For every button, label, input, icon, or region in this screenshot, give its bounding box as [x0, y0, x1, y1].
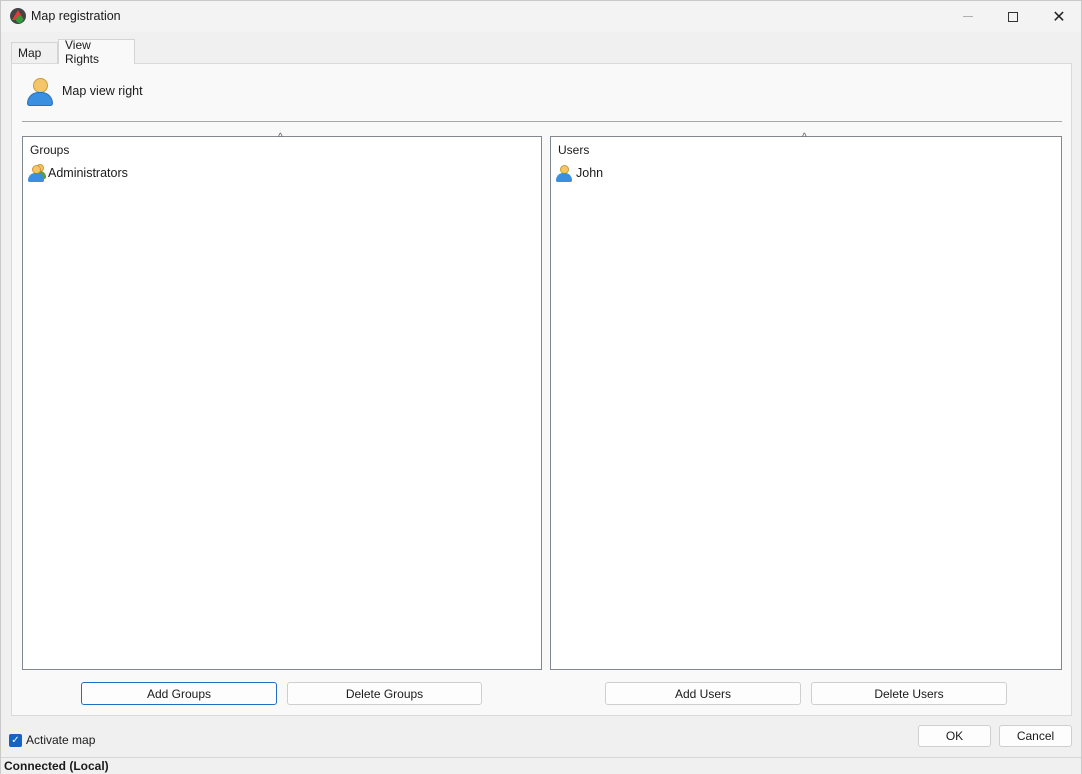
- add-users-button[interactable]: Add Users: [605, 682, 801, 705]
- maximize-icon: [1008, 11, 1018, 22]
- connection-status: Connected (Local): [4, 759, 109, 773]
- map-registration-window: Map registration ✕ Map View Rights Map v…: [0, 0, 1082, 774]
- list-item[interactable]: John: [555, 163, 603, 183]
- tab-map-label: Map: [18, 46, 42, 60]
- list-item-label: John: [576, 166, 604, 180]
- activate-map-checkbox[interactable]: ✓: [9, 733, 22, 747]
- close-button[interactable]: ✕: [1036, 1, 1082, 32]
- sort-ascending-icon: ^: [278, 132, 283, 143]
- activate-map-label: Activate map: [26, 733, 96, 747]
- list-item-label: Administrators: [48, 166, 128, 180]
- minimize-icon: [963, 16, 973, 17]
- groups-column-header-label: Groups: [30, 143, 70, 157]
- user-icon: [25, 77, 55, 107]
- maximize-button[interactable]: [990, 1, 1036, 32]
- section-title: Map view right: [62, 84, 143, 98]
- groups-column-header[interactable]: Groups ^: [23, 132, 541, 159]
- title-bar[interactable]: Map registration ✕: [1, 1, 1081, 32]
- minimize-button[interactable]: [945, 1, 991, 32]
- ok-button[interactable]: OK: [918, 725, 991, 747]
- status-bar: Connected (Local): [1, 757, 1081, 774]
- app-logo-icon: [10, 8, 26, 24]
- user-icon: [555, 164, 573, 182]
- window-title: Map registration: [31, 9, 121, 23]
- users-column-header[interactable]: Users ^: [551, 132, 1061, 159]
- tab-view-rights[interactable]: View Rights: [58, 38, 135, 66]
- sort-ascending-icon: ^: [802, 132, 807, 143]
- divider: [22, 121, 1062, 122]
- groups-list[interactable]: Groups ^ Administrators: [22, 132, 542, 670]
- delete-groups-button[interactable]: Delete Groups: [287, 682, 482, 705]
- users-list[interactable]: Users ^ John: [550, 132, 1062, 670]
- delete-users-button[interactable]: Delete Users: [811, 682, 1007, 705]
- tab-map[interactable]: Map: [11, 42, 58, 63]
- close-icon: ✕: [1052, 8, 1066, 26]
- users-column-header-label: Users: [558, 143, 590, 157]
- activate-map-checkbox-row[interactable]: ✓ Activate map: [9, 733, 95, 747]
- cancel-button[interactable]: Cancel: [999, 725, 1072, 747]
- group-icon: [27, 164, 46, 182]
- add-groups-button[interactable]: Add Groups: [81, 682, 277, 705]
- list-item[interactable]: Administrators: [27, 163, 128, 183]
- tab-view-rights-label: View Rights: [65, 38, 100, 66]
- view-rights-panel: Map view right Groups ^ Administrators U…: [11, 63, 1072, 716]
